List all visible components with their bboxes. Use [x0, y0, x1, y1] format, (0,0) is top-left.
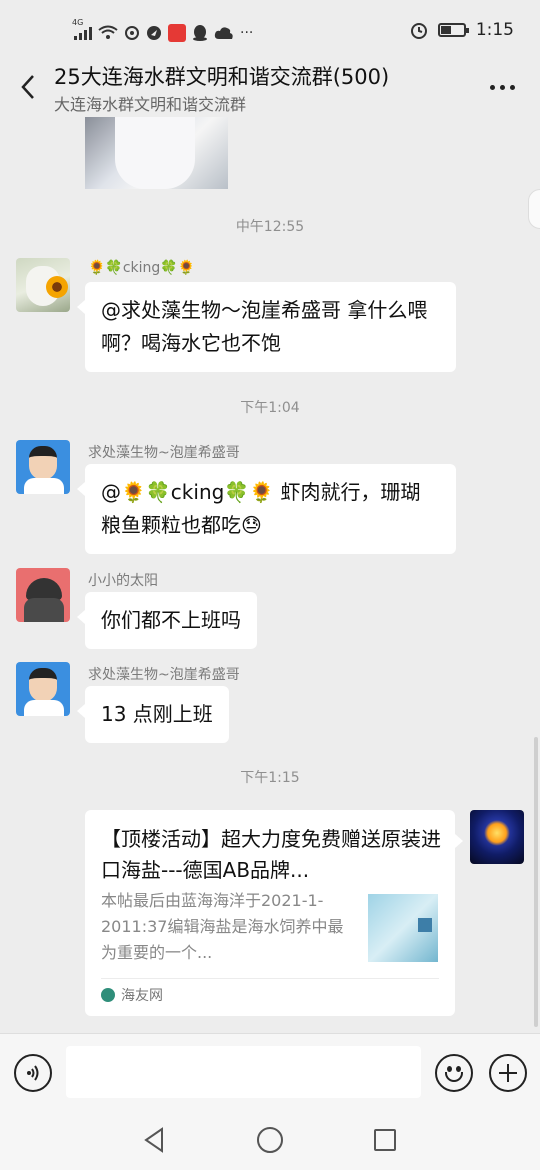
wifi-icon: [98, 25, 118, 39]
chat-subtitle: 大连海水群文明和谐交流群: [54, 95, 247, 114]
nav-home-icon[interactable]: [257, 1127, 283, 1153]
cloud-icon: [214, 27, 233, 39]
nav-recent-icon[interactable]: [374, 1129, 396, 1151]
back-button[interactable]: [12, 67, 44, 107]
chevron-left-icon: [21, 75, 34, 99]
source-logo-icon: [101, 988, 115, 1002]
qq-icon: [193, 25, 207, 41]
avatar[interactable]: [16, 662, 70, 716]
chat-area[interactable]: 中午12:55 🌻🍀cking🍀🌻 @求处藻生物～泡崖希盛哥 拿什么喂啊？喝海水…: [0, 117, 540, 1033]
status-icons-right: 1:15: [410, 20, 514, 40]
link-card-message[interactable]: 【顶楼活动】超大力度免费赠送原装进口海盐---德国AB品牌... 本帖最后由蓝海…: [85, 810, 463, 1016]
message-bubble[interactable]: 13 点刚上班: [77, 686, 229, 743]
timestamp: 下午1:04: [240, 400, 300, 416]
card-title: 【顶楼活动】超大力度免费赠送原装进口海盐---德国AB品牌...: [101, 827, 441, 882]
scrollbar[interactable]: [534, 737, 538, 1027]
emoji-button[interactable]: [435, 1054, 473, 1092]
location-icon: [147, 26, 161, 40]
red-app-icon: [168, 24, 186, 42]
input-bar: [0, 1033, 540, 1111]
status-icons-left: 4G ···: [72, 18, 254, 44]
card-description: 本帖最后由蓝海海洋于2021-1-2011:37编辑海盐是海水饲养中最为重要的一…: [101, 891, 344, 962]
message-input[interactable]: [66, 1046, 421, 1098]
more-notifications-icon: ···: [240, 25, 254, 41]
timestamp: 下午1:15: [240, 770, 300, 786]
sender-name: 求处藻生物~泡崖希盛哥: [88, 445, 240, 461]
signal-icon: 4G: [72, 18, 92, 40]
status-time: 1:15: [475, 20, 514, 40]
sync-icon: [125, 26, 139, 40]
alarm-icon: [410, 23, 427, 39]
nav-back-icon[interactable]: [142, 1127, 168, 1153]
message-bubble[interactable]: @求处藻生物～泡崖希盛哥 拿什么喂啊？喝海水它也不饱: [77, 282, 456, 372]
message-bubble[interactable]: @🌻🍀cking🍀🌻 虾肉就行，珊瑚粮鱼颗粒也都吃😓: [77, 464, 456, 554]
network-type-label: 4G: [72, 18, 84, 27]
status-bar: 4G ··· 1:15: [0, 0, 540, 60]
voice-button[interactable]: [14, 1054, 52, 1092]
my-avatar[interactable]: [470, 810, 524, 864]
timestamp: 中午12:55: [235, 219, 305, 235]
avatar[interactable]: [16, 568, 70, 622]
battery-icon: [437, 23, 469, 37]
sender-name: 求处藻生物~泡崖希盛哥: [88, 667, 240, 683]
sender-name: 小小的太阳: [88, 573, 158, 589]
message-bubble[interactable]: 你们都不上班吗: [77, 592, 257, 649]
more-options-button[interactable]: [486, 73, 518, 101]
more-actions-button[interactable]: [489, 1054, 527, 1092]
image-message-partial[interactable]: [85, 117, 228, 189]
system-nav-bar: [0, 1111, 540, 1170]
card-thumbnail: [368, 894, 438, 962]
card-source: 海友网: [101, 985, 163, 1005]
voice-icon: [27, 1065, 39, 1081]
more-dot-icon: [489, 84, 495, 90]
chat-header: 25大连海水群文明和谐交流群(500) 大连海水群文明和谐交流群: [0, 55, 540, 117]
more-dot-icon: [509, 84, 515, 90]
sender-name: 🌻🍀cking🍀🌻: [88, 260, 196, 276]
avatar[interactable]: [16, 440, 70, 494]
card-divider: [101, 978, 439, 979]
more-dot-icon: [499, 84, 505, 90]
avatar[interactable]: [16, 258, 70, 312]
chat-title: 25大连海水群文明和谐交流群(500): [54, 65, 390, 89]
card-source-label: 海友网: [121, 988, 163, 1004]
